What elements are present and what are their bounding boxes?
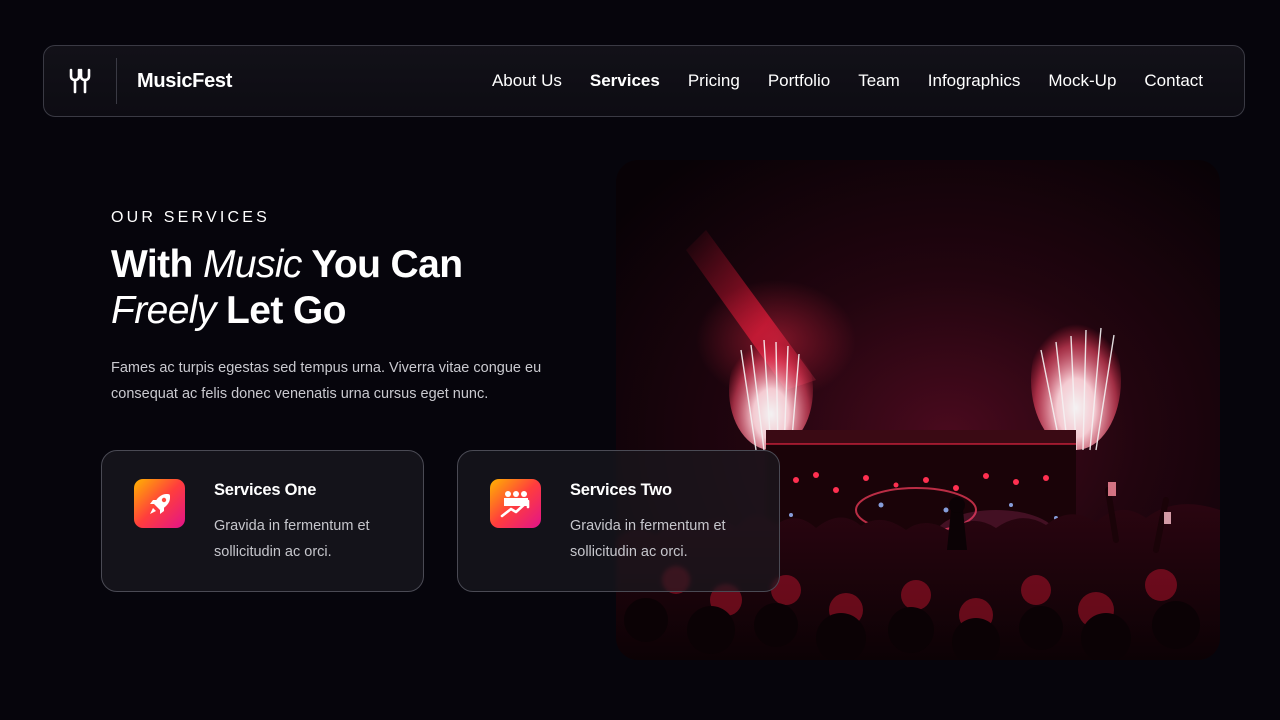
- brand-name[interactable]: MusicFest: [137, 70, 232, 93]
- service-description: Gravida in fermentum et sollicitudin ac …: [570, 518, 726, 560]
- navbar: MusicFest About Us Services Pricing Port…: [43, 45, 1245, 117]
- nav-link-team[interactable]: Team: [858, 71, 900, 91]
- page: MusicFest About Us Services Pricing Port…: [0, 0, 1280, 720]
- rocket-icon: [134, 479, 185, 528]
- nav-link-contact[interactable]: Contact: [1144, 71, 1203, 91]
- headline-italic-word: Freely: [111, 289, 216, 332]
- service-card[interactable]: Services One Gravida in fermentum et sol…: [101, 450, 424, 592]
- nav-link-about-us[interactable]: About Us: [492, 71, 562, 91]
- nav-links: About Us Services Pricing Portfolio Team…: [464, 71, 1203, 91]
- nav-link-portfolio[interactable]: Portfolio: [768, 71, 830, 91]
- service-description: Gravida in fermentum et sollicitudin ac …: [214, 518, 370, 560]
- headline-word: You Can: [311, 243, 463, 286]
- music-fork-logo-icon[interactable]: [44, 45, 116, 117]
- headline-word: With: [111, 243, 193, 286]
- service-title: Services Two: [570, 481, 672, 499]
- section-eyebrow: OUR SERVICES: [111, 209, 271, 226]
- hero-description: Fames ac turpis egestas sed tempus urna.…: [111, 360, 542, 402]
- nav-link-infographics[interactable]: Infographics: [928, 71, 1021, 91]
- nav-link-pricing[interactable]: Pricing: [688, 71, 740, 91]
- hero-headline: With Music You Can Freely Let Go: [111, 242, 581, 334]
- headline-italic-word: Music: [202, 243, 302, 286]
- team-growth-icon: [490, 479, 541, 528]
- logo-divider: [116, 58, 117, 104]
- nav-link-mock-up[interactable]: Mock-Up: [1048, 71, 1116, 91]
- headline-word: Let Go: [226, 289, 347, 332]
- nav-link-services[interactable]: Services: [590, 71, 660, 91]
- service-title: Services One: [214, 481, 317, 499]
- service-card[interactable]: Services Two Gravida in fermentum et sol…: [457, 450, 780, 592]
